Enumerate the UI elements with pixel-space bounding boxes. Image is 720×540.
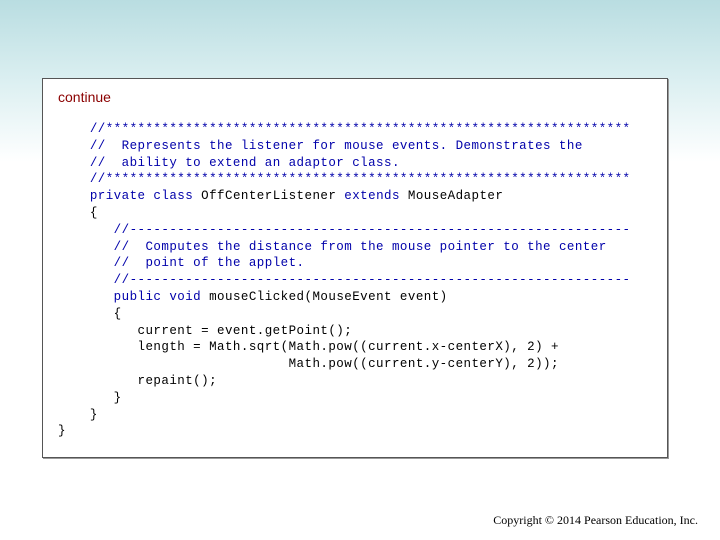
code-line: //**************************************… bbox=[58, 171, 631, 188]
code-text: } bbox=[58, 424, 66, 439]
code-text: current = event.getPoint(); bbox=[137, 323, 353, 338]
code-comment: //**************************************… bbox=[89, 122, 631, 136]
code-line: // point of the applet. bbox=[58, 255, 631, 272]
code-line: } bbox=[58, 407, 631, 424]
code-text: } bbox=[89, 407, 98, 422]
code-line: //**************************************… bbox=[58, 121, 631, 138]
code-text: mouseClicked(MouseEvent event) bbox=[209, 289, 448, 304]
code-listing: //**************************************… bbox=[58, 121, 631, 440]
code-text: { bbox=[89, 205, 98, 220]
code-line: public void mouseClicked(MouseEvent even… bbox=[58, 289, 631, 306]
code-keyword: extends bbox=[344, 189, 408, 204]
code-text: length = Math.sqrt(Math.pow((current.x-c… bbox=[137, 340, 559, 355]
code-text: { bbox=[113, 306, 122, 321]
continue-heading: continue bbox=[58, 89, 111, 105]
code-line: private class OffCenterListener extends … bbox=[58, 188, 631, 205]
code-comment: //--------------------------------------… bbox=[113, 222, 631, 237]
code-line: } bbox=[58, 390, 631, 407]
code-line: //--------------------------------------… bbox=[58, 272, 631, 289]
code-comment: // Computes the distance from the mouse … bbox=[113, 239, 607, 254]
code-text: } bbox=[113, 390, 122, 405]
code-text: Math.pow((current.y-centerY), 2)); bbox=[288, 357, 559, 372]
copyright-notice: Copyright © 2014 Pearson Education, Inc. bbox=[493, 513, 698, 527]
code-text: OffCenterListener bbox=[201, 189, 345, 204]
code-line: Math.pow((current.y-centerY), 2)); bbox=[58, 356, 631, 373]
code-text: MouseAdapter bbox=[407, 189, 504, 204]
code-line: { bbox=[58, 205, 631, 222]
code-comment: //**************************************… bbox=[89, 172, 631, 187]
code-line: length = Math.sqrt(Math.pow((current.x-c… bbox=[58, 339, 631, 356]
code-line: { bbox=[58, 306, 631, 323]
code-line: } bbox=[58, 423, 631, 440]
code-comment: //--------------------------------------… bbox=[113, 273, 631, 288]
code-line: repaint(); bbox=[58, 373, 631, 390]
code-line: // ability to extend an adaptor class. bbox=[58, 155, 631, 172]
code-keyword: public void bbox=[113, 289, 210, 304]
code-text: repaint(); bbox=[137, 373, 218, 388]
code-comment: // point of the applet. bbox=[113, 256, 305, 271]
code-comment: // ability to extend an adaptor class. bbox=[89, 155, 400, 170]
code-comment: // Represents the listener for mouse eve… bbox=[89, 138, 583, 153]
code-line: // Represents the listener for mouse eve… bbox=[58, 138, 631, 155]
code-line: //--------------------------------------… bbox=[58, 222, 631, 239]
code-keyword: private class bbox=[89, 189, 202, 204]
code-line: current = event.getPoint(); bbox=[58, 323, 631, 340]
code-line: // Computes the distance from the mouse … bbox=[58, 239, 631, 256]
